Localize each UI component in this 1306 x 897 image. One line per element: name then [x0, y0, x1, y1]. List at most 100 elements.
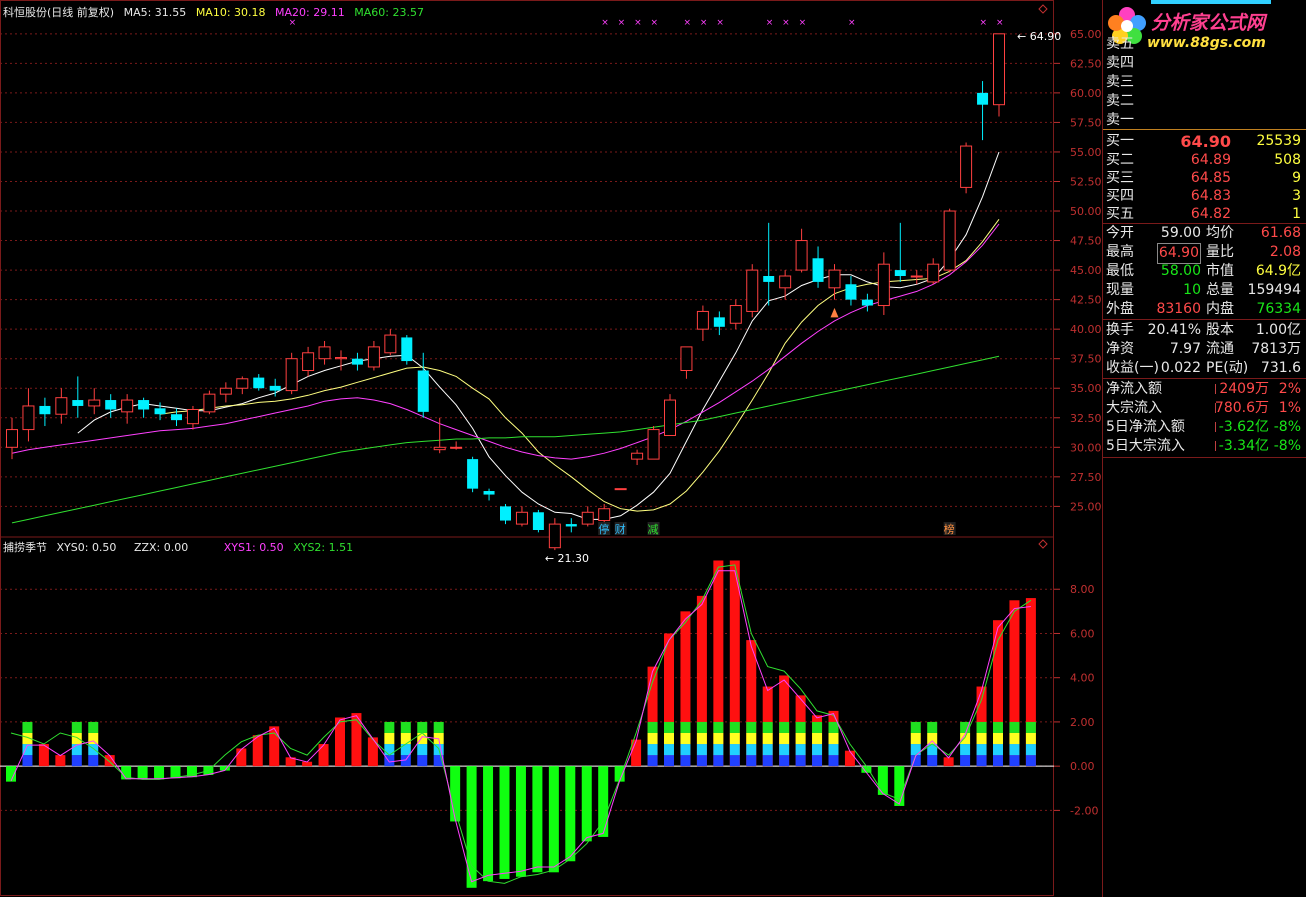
price-axis-label: 27.50 — [1070, 471, 1102, 484]
histogram-bar — [515, 766, 526, 877]
ma20-legend: MA20: 29.11 — [275, 6, 345, 19]
stat-value: 59.00 — [1160, 225, 1201, 241]
price-axis-label: 35.00 — [1070, 382, 1102, 395]
quote-panel: 分析家公式网 www.88gs.com 卖五 卖四 卖三 卖二 卖一 买一 64… — [1102, 0, 1306, 897]
fund-row: 换手 20.41% 股本 1.00亿 — [1103, 321, 1306, 340]
buy-level-volume: 9 — [1292, 170, 1301, 186]
stat-row: 今开 59.00 均价 61.68 — [1103, 224, 1306, 243]
event-badge: 停 — [598, 522, 609, 536]
stack-segment — [976, 732, 987, 745]
buy-level-volume: 1 — [1292, 206, 1301, 222]
candle-up — [647, 429, 660, 460]
candle-up — [795, 240, 808, 271]
price-axis-label: 40.00 — [1070, 323, 1102, 336]
buy-level-row: 买二 64.89 508 — [1103, 151, 1306, 170]
stack-segment — [696, 721, 707, 733]
candle-down — [401, 337, 413, 362]
candle-down — [713, 317, 725, 327]
event-badge: 减 — [648, 523, 659, 536]
histogram-bar — [154, 766, 165, 780]
candle-down — [351, 358, 363, 365]
candle-up — [384, 334, 397, 354]
stack-segment — [812, 721, 823, 733]
stack-segment — [960, 721, 971, 733]
stack-segment — [746, 732, 757, 745]
ma-line-ma5 — [77, 151, 1000, 520]
stack-segment — [1025, 732, 1036, 745]
stack-segment — [647, 755, 658, 767]
price-axis-label: 25.00 — [1070, 500, 1102, 513]
stat-value: 58.00 — [1160, 263, 1201, 279]
histogram-bar — [55, 755, 66, 767]
histogram-bar — [318, 744, 329, 767]
fund-label-2: 股本 — [1206, 322, 1234, 338]
candle-up — [548, 523, 561, 549]
stock-title: 科恒股份(日线 前复权) — [3, 6, 115, 19]
ma5-legend: MA5: 31.55 — [123, 6, 187, 19]
stack-segment — [828, 732, 839, 745]
candle-down — [763, 276, 775, 282]
candle-down — [72, 400, 84, 406]
stat-label-2: 市值 — [1206, 263, 1234, 279]
fund-flow-value: 2409万 — [1219, 381, 1269, 397]
fund-flow-row: 大宗流入 780.6万 1% — [1103, 399, 1306, 418]
candle-up — [993, 33, 1005, 106]
sell-level-label: 卖一 — [1106, 112, 1134, 128]
sell-level-row: 卖一 — [1103, 111, 1306, 130]
stack-segment — [1009, 744, 1020, 756]
histogram-bar — [137, 766, 148, 780]
stack-segment — [729, 755, 740, 767]
price-axis-label: 52.50 — [1070, 175, 1102, 188]
stack-segment — [746, 755, 757, 767]
indicator-axis-label: 0.00 — [1070, 760, 1095, 773]
histogram-bar — [943, 757, 954, 767]
price-axis-label: 65.00 — [1070, 28, 1102, 41]
stat-label: 今开 — [1106, 225, 1134, 241]
sell-level-row: 卖二 — [1103, 92, 1306, 111]
event-marker: × — [601, 18, 609, 28]
fund-flow-pct: 2% — [1278, 381, 1301, 397]
stack-segment — [664, 744, 674, 756]
candle-up — [203, 393, 216, 413]
stack-segment — [417, 744, 428, 756]
price-axis-label: 50.00 — [1070, 205, 1102, 218]
stack-segment — [384, 732, 395, 745]
candle-up — [219, 387, 232, 395]
candle-down — [483, 491, 495, 495]
candle-up — [515, 511, 528, 525]
stack-segment — [762, 744, 773, 756]
candle-up — [6, 429, 18, 448]
candle-up — [614, 488, 627, 491]
event-marker: × — [848, 18, 856, 28]
stack-segment — [762, 732, 773, 745]
stack-segment — [976, 721, 987, 733]
stack-segment — [910, 744, 921, 756]
stack-segment — [746, 744, 757, 756]
candle-up — [729, 305, 742, 324]
histogram-bar — [844, 750, 855, 767]
stack-segment — [696, 744, 707, 756]
candle-up — [302, 352, 315, 372]
stack-segment — [22, 721, 33, 733]
indicator-axis-label: 8.00 — [1070, 583, 1095, 596]
fund-value-2: 1.00亿 — [1255, 322, 1301, 338]
stack-segment — [993, 732, 1003, 745]
stack-segment — [795, 721, 806, 733]
stack-segment — [993, 744, 1003, 756]
histogram-bar — [499, 766, 510, 879]
buy-level-row: 买四 64.83 3 — [1103, 187, 1306, 206]
fund-flow-pct: 1% — [1278, 400, 1301, 416]
candle-up — [236, 378, 249, 389]
buy-level-label: 买五 — [1106, 206, 1134, 222]
ma-line-ma60 — [11, 355, 1000, 524]
candle-down — [861, 299, 873, 306]
candle-up — [631, 452, 644, 460]
candle-down — [977, 92, 989, 105]
candle-down — [154, 408, 166, 415]
stat-label: 最高 — [1106, 244, 1134, 260]
kline-chart[interactable]: 65.00 62.50 60.00 57.50 55.00 52.50 50.00 47.50… — [0, 0, 1102, 897]
candle-up — [680, 346, 693, 372]
histogram-bar — [450, 766, 461, 822]
candle-up — [779, 275, 792, 289]
xys1-legend: XYS1: 0.50 — [223, 541, 284, 554]
